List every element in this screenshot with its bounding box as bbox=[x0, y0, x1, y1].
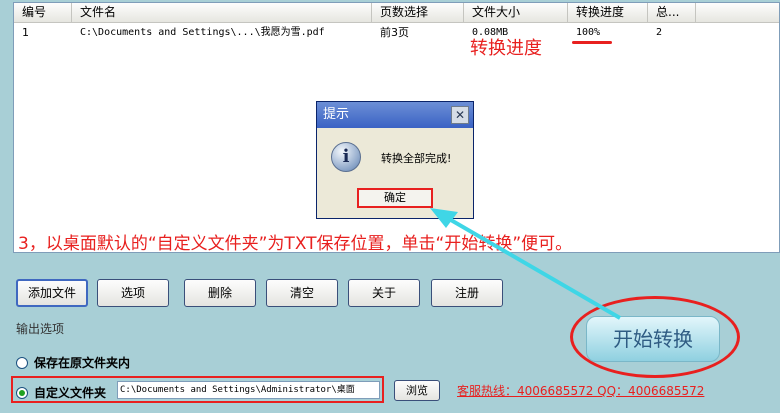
column-header-index[interactable]: 编号 bbox=[14, 3, 72, 22]
about-button[interactable]: 关于 bbox=[348, 279, 420, 307]
dialog-title: 提示 bbox=[323, 107, 350, 122]
table-row[interactable]: 1 C:\Documents and Settings\...\我愿为雪.pdf… bbox=[14, 23, 779, 43]
start-convert-button[interactable]: 开始转换 bbox=[586, 316, 720, 362]
options-button[interactable]: 选项 bbox=[97, 279, 169, 307]
column-header-size[interactable]: 文件大小 bbox=[464, 3, 568, 22]
column-header-filename[interactable]: 文件名 bbox=[72, 3, 372, 22]
browse-button[interactable]: 浏览 bbox=[394, 380, 440, 401]
close-icon[interactable]: ✕ bbox=[451, 106, 469, 124]
table-header: 编号 文件名 页数选择 文件大小 转换进度 总... bbox=[14, 3, 779, 23]
ok-button[interactable]: 确定 bbox=[357, 188, 433, 208]
info-icon: i bbox=[331, 142, 361, 172]
column-header-progress[interactable]: 转换进度 bbox=[568, 3, 648, 22]
cell-total: 2 bbox=[656, 27, 663, 38]
register-button[interactable]: 注册 bbox=[431, 279, 503, 307]
save-original-option[interactable]: 保存在原文件夹内 bbox=[16, 354, 130, 371]
completion-dialog: 提示 ✕ i 转换全部完成! 确定 bbox=[316, 101, 474, 219]
hotline-link[interactable]: 客服热线：4006685572 QQ：4006685572 bbox=[457, 382, 704, 399]
custom-folder-option[interactable]: 自定义文件夹 bbox=[16, 384, 106, 401]
cell-index: 1 bbox=[22, 26, 29, 39]
custom-folder-radio[interactable] bbox=[16, 386, 28, 399]
converter-window: 编号 文件名 页数选择 文件大小 转换进度 总... 1 C:\Document… bbox=[0, 0, 780, 413]
cell-pages: 前3页 bbox=[380, 26, 409, 39]
add-file-button[interactable]: 添加文件 bbox=[16, 279, 88, 307]
save-original-radio[interactable] bbox=[16, 356, 28, 369]
cell-progress: 100% bbox=[576, 27, 601, 38]
dialog-message: 转换全部完成! bbox=[381, 152, 452, 165]
save-original-label: 保存在原文件夹内 bbox=[34, 356, 131, 370]
dialog-body: i 转换全部完成! 确定 bbox=[317, 128, 473, 218]
column-header-total[interactable]: 总... bbox=[648, 3, 696, 22]
dialog-titlebar[interactable]: 提示 ✕ bbox=[317, 102, 473, 128]
instruction-annotation: 3，以桌面默认的“自定义文件夹”为TXT保存位置，单击“开始转换”便可。 bbox=[18, 234, 573, 254]
clear-button[interactable]: 清空 bbox=[266, 279, 338, 307]
progress-underline-annotation bbox=[572, 41, 612, 44]
column-header-pages[interactable]: 页数选择 bbox=[372, 3, 464, 22]
cell-filename: C:\Documents and Settings\...\我愿为雪.pdf bbox=[80, 27, 325, 38]
output-options-label: 输出选项 bbox=[16, 322, 65, 336]
output-path-field[interactable]: C:\Documents and Settings\Administrator\… bbox=[117, 381, 380, 399]
delete-button[interactable]: 删除 bbox=[184, 279, 256, 307]
progress-annotation: 转换进度 bbox=[470, 38, 542, 59]
custom-folder-label: 自定义文件夹 bbox=[34, 386, 107, 400]
